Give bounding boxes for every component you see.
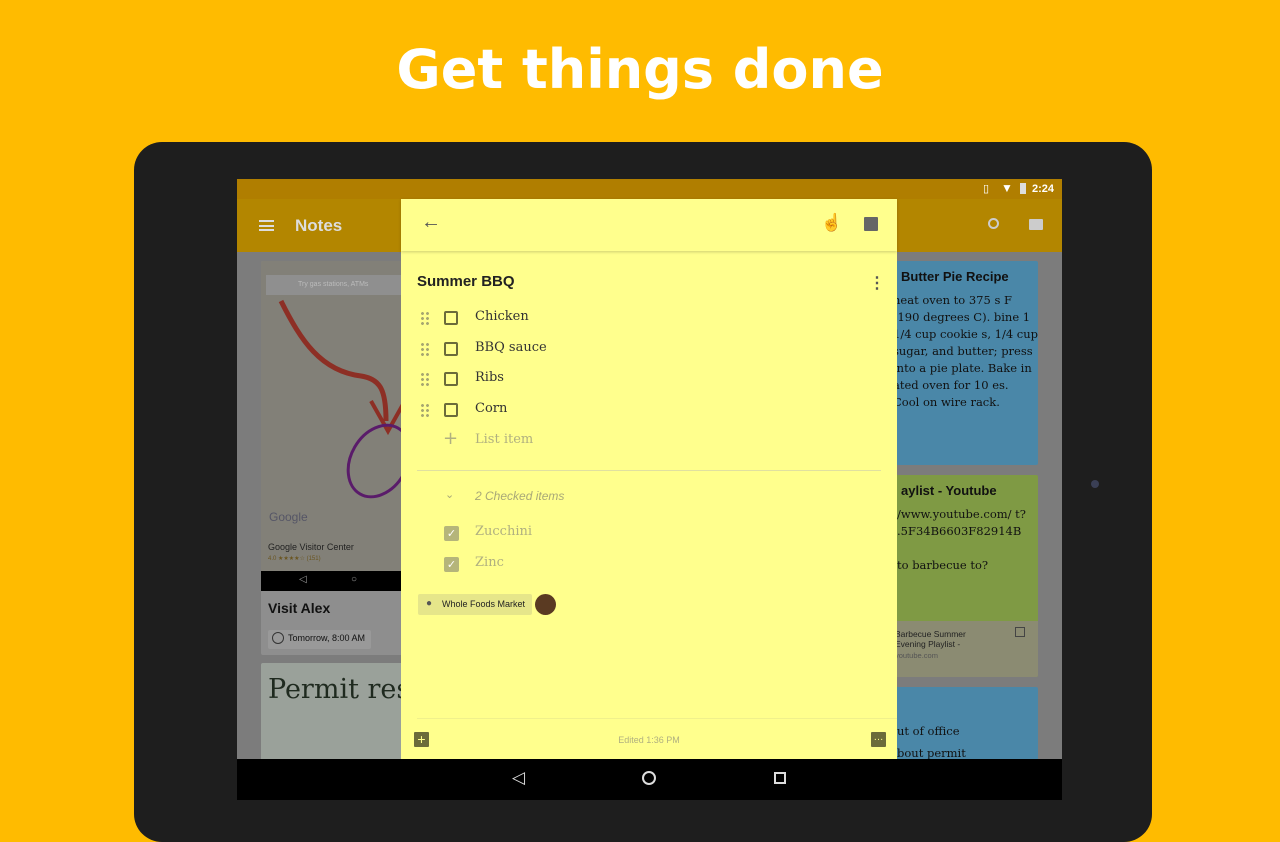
nav-home-icon[interactable] bbox=[642, 771, 656, 785]
card-title: Visit Alex bbox=[268, 600, 331, 616]
open-external-icon[interactable] bbox=[1015, 627, 1025, 637]
footer-divider bbox=[417, 718, 897, 719]
checkbox[interactable] bbox=[444, 342, 458, 356]
clock: 2:24 bbox=[1032, 183, 1055, 195]
list-item[interactable]: Ribs bbox=[401, 364, 881, 394]
note-card-out-of-office[interactable]: ut of office bout permit bbox=[877, 687, 1038, 767]
battery-icon bbox=[1020, 183, 1026, 194]
more-actions-icon[interactable]: … bbox=[871, 732, 886, 747]
reminder-touch-icon[interactable]: ☝ bbox=[821, 213, 842, 233]
wifi-icon: ▼ bbox=[1001, 181, 1013, 195]
item-text[interactable]: Zinc bbox=[475, 555, 504, 570]
list-item[interactable]: Corn bbox=[401, 395, 881, 425]
back-arrow-icon[interactable]: ← bbox=[421, 211, 441, 234]
note-card-playlist[interactable]: aylist - Youtube /www.youtube.com/ t? .5… bbox=[877, 475, 1038, 677]
device-screen: ▯ ▼ 2:24 Notes Try gas stations, ATMs Go… bbox=[237, 179, 1062, 800]
note-editor: ← ☝ Summer BBQ ⋮ Chicken BBQ sauce Ribs … bbox=[401, 199, 897, 759]
reminder-text: Tomorrow, 8:00 AM bbox=[288, 633, 366, 643]
checkbox[interactable] bbox=[444, 403, 458, 417]
app-title: Notes bbox=[295, 216, 343, 235]
drag-handle-icon[interactable] bbox=[420, 372, 430, 386]
drag-handle-icon[interactable] bbox=[420, 403, 430, 417]
place-rating: 4.0 ★★★★☆ (151) bbox=[268, 556, 321, 562]
item-text[interactable]: Chicken bbox=[475, 309, 529, 324]
reminder-chip[interactable]: Tomorrow, 8:00 AM bbox=[268, 630, 372, 649]
checkbox[interactable] bbox=[444, 311, 458, 325]
search-icon[interactable] bbox=[988, 218, 999, 229]
nav-recents-icon[interactable] bbox=[774, 772, 786, 784]
link-title: Barbecue Summer Evening Playlist - bbox=[895, 629, 966, 649]
item-text[interactable]: Ribs bbox=[475, 370, 504, 385]
checked-checkbox[interactable]: ✓ bbox=[444, 526, 459, 541]
status-bar: ▯ ▼ 2:24 bbox=[237, 179, 1062, 199]
map-annotation-drawing: Google bbox=[269, 299, 412, 524]
location-pin-icon: ● bbox=[426, 598, 433, 609]
divider bbox=[417, 470, 881, 471]
more-options-icon[interactable]: ⋮ bbox=[869, 273, 885, 293]
checked-checkbox[interactable]: ✓ bbox=[444, 557, 459, 572]
note-title[interactable]: Summer BBQ bbox=[417, 273, 515, 290]
add-list-item[interactable]: + List item bbox=[401, 426, 881, 456]
collaborator-avatar[interactable] bbox=[535, 594, 556, 615]
headline: Get things done bbox=[396, 38, 884, 101]
link-domain: youtube.com bbox=[895, 651, 938, 660]
edited-timestamp: Edited 1:36 PM bbox=[618, 735, 680, 745]
drag-handle-icon[interactable] bbox=[420, 311, 430, 325]
camera-dot bbox=[1091, 480, 1099, 488]
map-drawing-image: Try gas stations, ATMs Google bbox=[261, 261, 421, 571]
clock-icon bbox=[272, 632, 284, 644]
location-chip[interactable]: ● Whole Foods Market bbox=[418, 594, 533, 615]
place-name: Google Visitor Center bbox=[268, 542, 354, 552]
card-title: aylist - Youtube bbox=[901, 483, 997, 498]
note-card-visit-alex[interactable]: Try gas stations, ATMs Google Google Vis… bbox=[261, 261, 421, 655]
card-title: Butter Pie Recipe bbox=[901, 269, 1009, 284]
archive-icon[interactable] bbox=[864, 217, 878, 231]
drag-handle-icon[interactable] bbox=[420, 342, 430, 356]
link-preview[interactable]: Barbecue Summer Evening Playlist - youtu… bbox=[885, 621, 1038, 677]
vibrate-icon: ▯ bbox=[983, 183, 990, 195]
location-text: Whole Foods Market bbox=[442, 599, 526, 609]
checkbox[interactable] bbox=[444, 372, 458, 386]
item-text[interactable]: BBQ sauce bbox=[475, 340, 547, 355]
note-toolbar: ← ☝ bbox=[401, 199, 897, 251]
checked-items-toggle[interactable]: ⌄ 2 Checked items bbox=[401, 483, 881, 513]
checked-list-item[interactable]: ✓ Zucchini bbox=[401, 518, 881, 548]
add-item-placeholder: List item bbox=[475, 432, 534, 447]
list-item[interactable]: BBQ sauce bbox=[401, 334, 881, 364]
chevron-down-icon: ⌄ bbox=[445, 489, 455, 501]
note-card-pie-recipe[interactable]: Butter Pie Recipe heat oven to 375 s F (… bbox=[877, 261, 1038, 465]
list-item[interactable]: Chicken bbox=[401, 303, 881, 333]
card-body: heat oven to 375 s F (190 degrees C). bi… bbox=[893, 293, 1038, 409]
nav-back-icon[interactable]: ◁ bbox=[512, 768, 525, 788]
checked-summary: 2 Checked items bbox=[475, 489, 565, 503]
svg-text:Google: Google bbox=[269, 510, 308, 524]
item-text[interactable]: Corn bbox=[475, 401, 507, 416]
checked-list-item[interactable]: ✓ Zinc bbox=[401, 549, 881, 579]
item-text[interactable]: Zucchini bbox=[475, 524, 532, 539]
view-toggle-icon[interactable] bbox=[1029, 219, 1043, 230]
map-nav-bar: ◁ ○ bbox=[261, 571, 421, 591]
card-body: /www.youtube.com/ t? .5F34B6603F82914B t… bbox=[897, 507, 1026, 572]
plus-icon: + bbox=[443, 428, 459, 449]
system-nav-bar: ◁ bbox=[237, 759, 1062, 800]
menu-icon[interactable] bbox=[259, 220, 274, 231]
